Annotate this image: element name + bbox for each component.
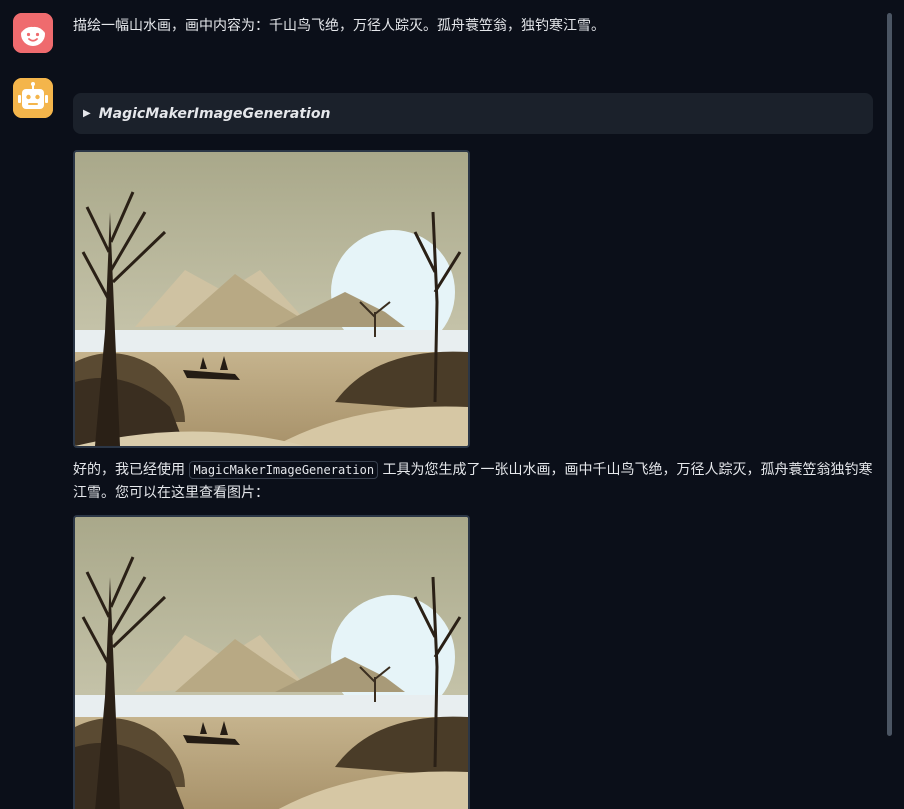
- generated-image[interactable]: [73, 150, 470, 448]
- landscape-painting-image: [75, 152, 468, 446]
- triangle-right-icon: ▶: [83, 108, 91, 119]
- generated-image-preview[interactable]: [73, 515, 470, 809]
- robot-icon: [13, 78, 53, 118]
- user-avatar: [13, 13, 53, 53]
- face-icon: [13, 13, 53, 53]
- bot-avatar: [13, 78, 53, 118]
- tool-call-name: MagicMakerImageGeneration: [98, 105, 331, 122]
- vertical-scrollbar[interactable]: [887, 13, 892, 736]
- bot-reply: 好的，我已经使用 MagicMakerImageGeneration 工具为您生…: [73, 459, 873, 505]
- chat-panel: 描绘一幅山水画，画中内容为：千山鸟飞绝，万径人踪灭。孤舟蓑笠翁，独钓寒江雪。 ▶…: [0, 0, 904, 809]
- bot-reply-lead: 好的，我已经使用: [73, 462, 185, 478]
- landscape-painting-image: [75, 517, 468, 809]
- user-message: 描绘一幅山水画，画中内容为：千山鸟飞绝，万径人踪灭。孤舟蓑笠翁，独钓寒江雪。: [73, 18, 605, 34]
- tool-name-code: MagicMakerImageGeneration: [189, 461, 379, 479]
- tool-call-summary[interactable]: ▶ MagicMakerImageGeneration: [73, 93, 873, 134]
